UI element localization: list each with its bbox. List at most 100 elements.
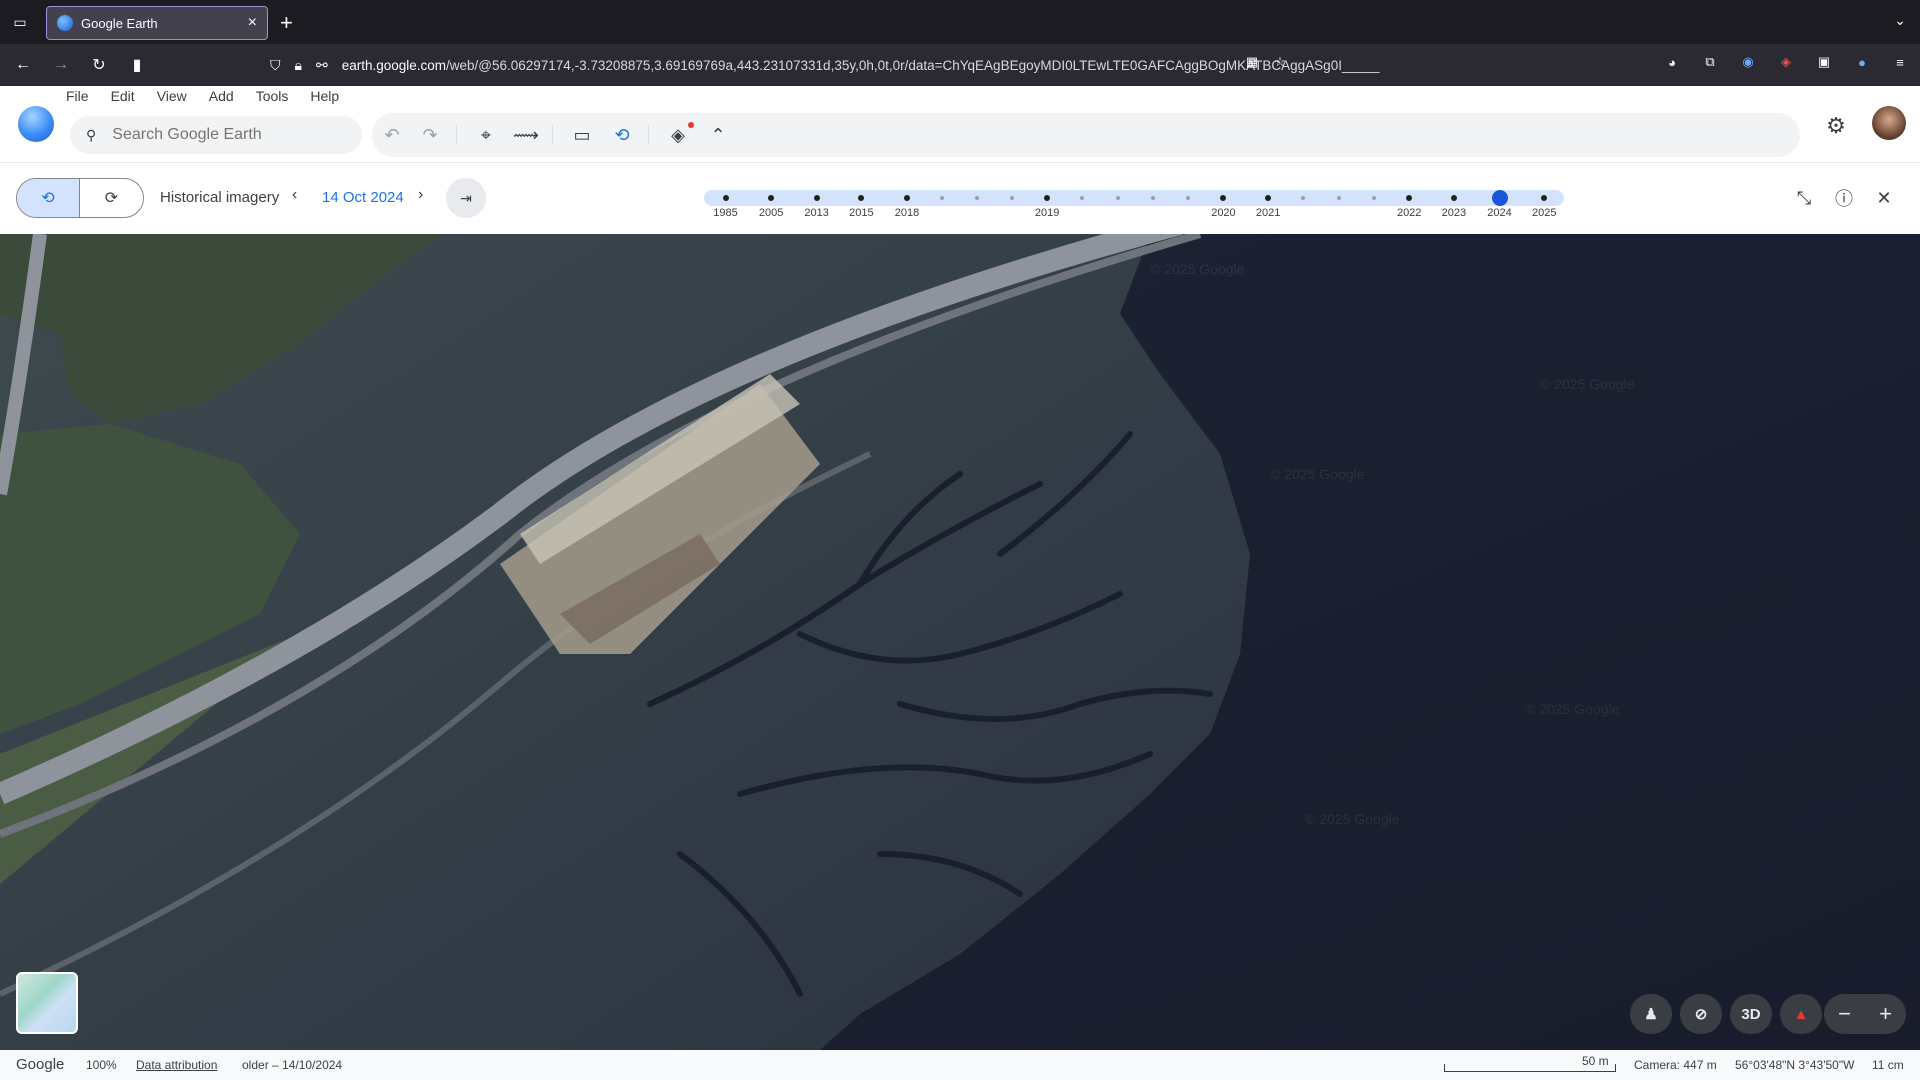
timeline-year-dot[interactable]: [1450, 195, 1457, 201]
hamburger-menu-icon[interactable]: ≡: [1890, 52, 1910, 72]
compass-icon[interactable]: ▲: [1780, 994, 1822, 1034]
timeline-year-dot[interactable]: [813, 195, 820, 201]
timeline-year-dot[interactable]: [1265, 195, 1272, 201]
zoom-in-icon[interactable]: +: [1865, 994, 1906, 1034]
bookmark-star-icon[interactable]: ☆: [1270, 52, 1290, 72]
placemark-icon[interactable]: ⌖: [466, 113, 506, 157]
historical-imagery-icon[interactable]: ⟲: [602, 113, 642, 157]
help-icon[interactable]: ⓘ: [1830, 184, 1858, 212]
timeline-minor-dot[interactable]: [1371, 196, 1376, 200]
timeline-minor-dot[interactable]: [1115, 196, 1120, 200]
collapse-icon[interactable]: ⤡: [1790, 184, 1818, 212]
url-text[interactable]: earth.google.com/web/@56.06297174,-3.732…: [342, 58, 1432, 73]
forward-icon[interactable]: →: [46, 50, 76, 80]
close-icon[interactable]: ✕: [1870, 184, 1898, 212]
ruler-icon[interactable]: ▭: [562, 113, 602, 157]
rotate-off-icon[interactable]: ⊘: [1680, 994, 1722, 1034]
google-earth-favicon-icon: [57, 15, 73, 31]
jump-to-latest-icon[interactable]: ⇥: [446, 178, 486, 218]
lock-icon[interactable]: 🔒︎: [295, 57, 302, 74]
satellite-map-view[interactable]: © 2025 Google © 2025 Google © 2025 Googl…: [0, 234, 1920, 1050]
browser-tab-bar: ▭ Google Earth × + ⌄: [0, 0, 1920, 44]
browser-tab[interactable]: Google Earth ×: [46, 6, 268, 40]
account-circle-icon[interactable]: ●: [1852, 52, 1872, 72]
zoom-level: 100%: [86, 1058, 117, 1072]
browser-toolbar-right: ▦ ☆ ◕ ⧉ ◉ ◈ ▣ ● ≡: [1246, 52, 1910, 72]
timeline-year-dot[interactable]: [768, 195, 775, 201]
timeline-minor-dot[interactable]: [1186, 196, 1191, 200]
zoom-controls: − +: [1824, 994, 1906, 1034]
minimap[interactable]: [16, 972, 78, 1034]
timeline-year-dot[interactable]: [722, 195, 729, 201]
timeline-selected-dot[interactable]: [1491, 190, 1508, 206]
settings-gear-icon[interactable]: ⚙: [1822, 112, 1850, 140]
menu-tools[interactable]: Tools: [256, 88, 299, 104]
tab-list-icon[interactable]: ▭: [10, 12, 30, 32]
extensions-grid-icon[interactable]: ▣: [1814, 52, 1834, 72]
timeline-minor-dot[interactable]: [975, 196, 980, 200]
current-imagery-date[interactable]: 14 Oct 2024: [322, 189, 404, 206]
reload-icon[interactable]: ↻: [84, 50, 114, 80]
menu-add[interactable]: Add: [209, 88, 244, 104]
page-icon: ▮: [132, 57, 142, 74]
timeline-year-label: 2019: [1034, 207, 1060, 219]
timeline-year-dot[interactable]: [1406, 195, 1413, 201]
data-attribution-link[interactable]: Data attribution: [136, 1058, 217, 1072]
password-manager-icon[interactable]: ◉: [1738, 52, 1758, 72]
address-bar[interactable]: ⛉ 🔒︎ ⚯ earth.google.com/web/@56.06297174…: [270, 50, 1510, 80]
timeline-year-dot[interactable]: [903, 195, 910, 201]
timeline-year-dot[interactable]: [1044, 195, 1051, 201]
coordinates: 56°03'48"N 3°43'50"W: [1735, 1058, 1855, 1072]
timeline-minor-dot[interactable]: [1080, 196, 1085, 200]
chevron-up-icon[interactable]: ⌃: [698, 113, 738, 157]
url-host: earth.google.com: [341, 57, 447, 73]
back-icon[interactable]: ←: [8, 50, 38, 80]
qr-grid-icon[interactable]: ▦: [1242, 52, 1262, 72]
menu-edit[interactable]: Edit: [111, 88, 145, 104]
timeline-minor-dot[interactable]: [1301, 196, 1306, 200]
timeline-year-label: 1985: [713, 207, 738, 219]
timeline-year-dot[interactable]: [858, 195, 865, 201]
historical-mode-icon[interactable]: ⟲: [17, 179, 81, 217]
menu-view[interactable]: View: [157, 88, 197, 104]
menu-help[interactable]: Help: [310, 88, 349, 104]
shield-icon[interactable]: ⛉: [270, 57, 281, 74]
zoom-out-icon[interactable]: −: [1824, 994, 1865, 1034]
timeline-minor-dot[interactable]: [1009, 196, 1014, 200]
svg-text:© 2025 Google: © 2025 Google: [1525, 701, 1620, 717]
3d-toggle-button[interactable]: 3D: [1730, 994, 1772, 1034]
svg-text:© 2025 Google: © 2025 Google: [1270, 466, 1365, 482]
next-date-icon[interactable]: ›: [418, 186, 423, 204]
undo-icon[interactable]: ↶: [372, 113, 412, 157]
menu-bar: File Edit View Add Tools Help: [66, 88, 361, 104]
timeline-year-dot[interactable]: [1541, 195, 1548, 201]
toolbar-divider: [456, 125, 457, 145]
street-view-pegman-icon[interactable]: ♟: [1630, 994, 1672, 1034]
path-icon[interactable]: ⟿: [506, 113, 546, 157]
timeline-year-dot[interactable]: [1220, 195, 1227, 201]
timeline-minor-dot[interactable]: [1336, 196, 1341, 200]
previous-date-icon[interactable]: ‹: [292, 186, 297, 204]
timeline-minor-dot[interactable]: [940, 196, 945, 200]
profile-extension-icon[interactable]: ◕: [1662, 52, 1682, 72]
avatar[interactable]: [1872, 106, 1906, 140]
new-tab-icon[interactable]: +: [280, 10, 293, 36]
redo-icon[interactable]: ↷: [410, 113, 450, 157]
menu-file[interactable]: File: [66, 88, 99, 104]
svg-text:© 2025 Google: © 2025 Google: [1540, 376, 1635, 392]
search-box[interactable]: ⚲: [70, 116, 362, 154]
timeline-year-label: 2024: [1487, 207, 1512, 219]
status-bar: Google 100% Data attribution older – 14/…: [0, 1050, 1920, 1080]
imagery-date-text: older – 14/10/2024: [242, 1058, 343, 1072]
timeline-minor-dot[interactable]: [1150, 196, 1155, 200]
layers-icon[interactable]: ◈: [658, 113, 698, 157]
timeline-track[interactable]: [704, 190, 1564, 206]
current-mode-icon[interactable]: ⟳: [80, 179, 143, 217]
extension-puzzle-icon[interactable]: ⧉: [1700, 52, 1720, 72]
permissions-icon[interactable]: ⚯: [316, 57, 328, 74]
close-tab-icon[interactable]: ×: [248, 14, 257, 32]
shield-extension-icon[interactable]: ◈: [1776, 52, 1796, 72]
chevron-down-icon[interactable]: ⌄: [1894, 12, 1906, 29]
search-input[interactable]: [112, 126, 333, 144]
google-earth-logo[interactable]: [18, 106, 54, 142]
